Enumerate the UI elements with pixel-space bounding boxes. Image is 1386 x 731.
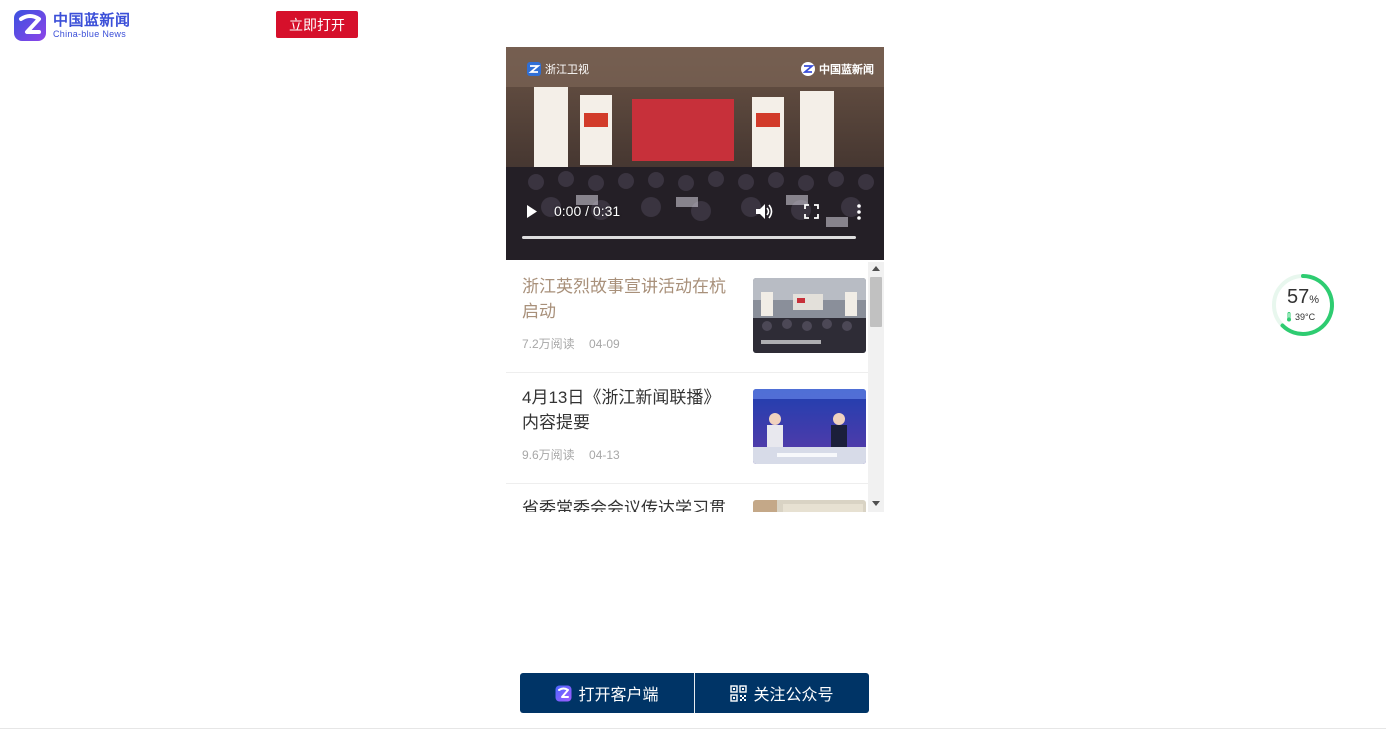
china-blue-watermark-icon xyxy=(801,62,815,76)
news-meta: 9.6万阅读 04-13 xyxy=(522,446,620,463)
publish-date: 04-13 xyxy=(589,448,620,462)
scroll-thumb[interactable] xyxy=(870,277,882,327)
list-item[interactable]: 浙江英烈故事宣讲活动在杭启动 7.2万阅读 04-09 xyxy=(506,262,868,373)
qr-code-icon xyxy=(730,684,748,702)
news-title[interactable]: 4月13日《浙江新闻联播》内容提要 xyxy=(522,385,734,435)
scroll-down-arrow-icon[interactable] xyxy=(872,501,880,506)
news-scrollbar[interactable] xyxy=(868,262,884,512)
gauge-percent-unit: % xyxy=(1309,294,1320,306)
gauge-temperature: 39°C xyxy=(1286,312,1315,322)
more-options-icon[interactable] xyxy=(856,203,862,221)
open-client-button[interactable]: 打开客户端 xyxy=(520,673,694,713)
fullscreen-icon[interactable] xyxy=(804,204,819,219)
video-frame xyxy=(506,47,884,260)
gauge-percent-value: 57 xyxy=(1286,286,1310,308)
open-app-button[interactable]: 立即打开 xyxy=(276,11,358,38)
brand-name-en: China-blue News xyxy=(53,28,127,39)
news-title[interactable]: 浙江英烈故事宣讲活动在杭启动 xyxy=(522,274,734,324)
brand-name-cn: 中国蓝新闻 xyxy=(53,11,131,29)
video-progress-bar[interactable] xyxy=(522,236,856,239)
news-thumbnail[interactable] xyxy=(753,389,866,464)
china-blue-logo-icon xyxy=(14,10,46,41)
news-meta: 7.2万阅读 04-09 xyxy=(522,335,620,352)
publish-date: 04-09 xyxy=(589,337,620,351)
zhejiang-tv-icon xyxy=(527,62,541,76)
news-list: 浙江英烈故事宣讲活动在杭启动 7.2万阅读 04-09 4月13日《浙江新闻联播… xyxy=(506,262,884,512)
channel-logo: 浙江卫视 xyxy=(526,61,589,77)
list-item[interactable]: 省委常委会会议传达学习贯 xyxy=(506,484,868,512)
bottom-divider xyxy=(694,673,695,713)
temperature-value: 39°C xyxy=(1295,312,1316,322)
list-item[interactable]: 4月13日《浙江新闻联播》内容提要 9.6万阅读 04-13 xyxy=(506,373,868,484)
thermometer-icon xyxy=(1287,312,1291,322)
news-title[interactable]: 省委常委会会议传达学习贯 xyxy=(522,496,734,512)
scroll-up-arrow-icon[interactable] xyxy=(872,266,880,271)
brand-logo[interactable]: 中国蓝新闻 China-blue News xyxy=(13,9,131,42)
follow-account-label: 关注公众号 xyxy=(753,687,834,704)
video-time: 0:00 / 0:31 xyxy=(554,203,621,219)
watermark-logo: 中国蓝新闻 xyxy=(800,61,874,77)
read-count: 9.6万阅读 xyxy=(522,448,575,462)
bottom-action-bar: 打开客户端 关注公众号 xyxy=(520,673,869,713)
page-bottom-divider xyxy=(0,728,1386,729)
news-thumbnail[interactable] xyxy=(753,500,866,512)
gauge-percent: 57% xyxy=(1270,286,1336,309)
watermark-name: 中国蓝新闻 xyxy=(819,64,874,76)
performance-gauge[interactable]: 57% 39°C xyxy=(1270,272,1336,338)
video-player[interactable]: 浙江卫视 中国蓝新闻 0:00 / 0:31 xyxy=(506,47,884,260)
play-icon[interactable] xyxy=(525,204,538,219)
news-thumbnail[interactable] xyxy=(753,278,866,353)
follow-account-button[interactable]: 关注公众号 xyxy=(695,673,869,713)
open-client-label: 打开客户端 xyxy=(578,687,659,704)
channel-name: 浙江卫视 xyxy=(545,64,589,76)
volume-icon[interactable] xyxy=(755,203,773,220)
read-count: 7.2万阅读 xyxy=(522,337,575,351)
china-blue-app-icon xyxy=(555,685,572,701)
